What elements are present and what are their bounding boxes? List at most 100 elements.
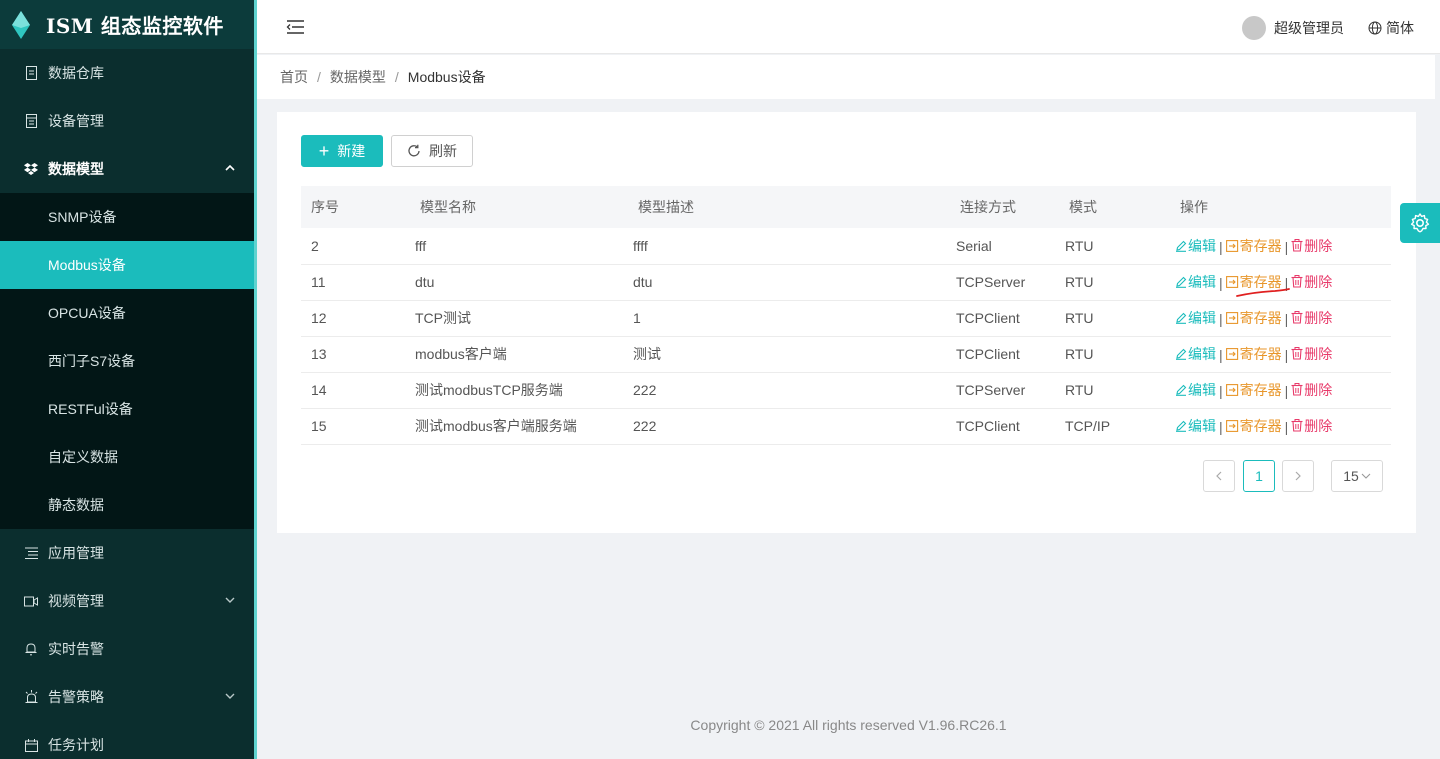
cell-connection: TCPClient (956, 346, 1020, 362)
user-menu[interactable]: 超级管理员 (1242, 16, 1344, 40)
logo-gem-icon (12, 10, 30, 39)
table-row: 13 modbus客户端 测试 TCPClient RTU 编辑 | 寄存器 | 删除 (301, 336, 1391, 372)
breadcrumb-separator: / (317, 69, 321, 85)
chevron-down-icon (225, 597, 235, 603)
delete-label: 删除 (1304, 309, 1333, 326)
edit-label: 编辑 (1188, 346, 1216, 363)
sidebar-item-custom-data[interactable]: 自定义数据 (0, 433, 254, 481)
delete-link[interactable]: 删除 (1291, 380, 1332, 400)
new-button[interactable]: + 新建 (301, 135, 383, 167)
cell-connection: Serial (956, 237, 992, 254)
cell-connection: TCPServer (956, 274, 1026, 290)
sidebar-item-device-management[interactable]: 设备管理 (0, 97, 254, 145)
edit-label: 编辑 (1188, 274, 1216, 291)
device-icon (24, 114, 38, 128)
menu-fold-icon[interactable] (285, 17, 305, 37)
top-header: 超级管理员 简体 (257, 0, 1440, 54)
delete-link[interactable]: 删除 (1291, 236, 1332, 256)
trash-icon (1291, 239, 1303, 252)
delete-link[interactable]: 删除 (1291, 272, 1332, 292)
register-link[interactable]: 寄存器 (1225, 236, 1282, 256)
sidebar-item-label: 告警策略 (48, 689, 104, 705)
pagination-next-button[interactable] (1282, 460, 1314, 492)
cell-id: 15 (311, 418, 327, 434)
sidebar-edge (254, 0, 257, 759)
gear-icon (1410, 213, 1430, 233)
sidebar-item-label: 实时告警 (48, 641, 104, 657)
breadcrumb-home[interactable]: 首页 (280, 67, 308, 87)
delete-link[interactable]: 删除 (1291, 416, 1332, 436)
action-separator: | (1219, 311, 1223, 328)
language-switcher[interactable]: 简体 (1368, 18, 1414, 38)
cell-mode: RTU (1065, 346, 1094, 362)
sidebar-item-realtime-alarm[interactable]: 实时告警 (0, 625, 254, 673)
cell-name: 测试modbus客户端服务端 (415, 418, 577, 434)
sidebar-item-data-model[interactable]: 数据模型 (0, 145, 254, 193)
page-size-select[interactable]: 15 (1331, 460, 1383, 492)
sidebar-item-opcua-device[interactable]: OPCUA设备 (0, 289, 254, 337)
cell-name: TCP测试 (415, 310, 471, 326)
plus-icon: + (318, 141, 330, 161)
edit-link[interactable]: 编辑 (1175, 308, 1216, 328)
sidebar-item-label: 设备管理 (48, 113, 104, 129)
breadcrumb: 首页 / 数据模型 / Modbus设备 (257, 55, 1435, 99)
cell-description: ffff (633, 237, 648, 254)
edit-link[interactable]: 编辑 (1175, 380, 1216, 400)
cell-description: 222 (633, 418, 657, 434)
chevron-down-icon (1361, 473, 1371, 479)
sidebar-item-video-management[interactable]: 视频管理 (0, 577, 254, 625)
avatar (1242, 16, 1266, 40)
pagination-prev-button[interactable] (1203, 460, 1235, 492)
column-header-id: 序号 (311, 199, 339, 215)
chevron-left-icon (1216, 471, 1222, 481)
delete-label: 删除 (1304, 273, 1333, 290)
register-link[interactable]: 寄存器 (1225, 308, 1282, 328)
register-label: 寄存器 (1239, 238, 1282, 254)
cell-name: 测试modbusTCP服务端 (415, 382, 563, 398)
register-link[interactable]: 寄存器 (1225, 344, 1282, 364)
register-link[interactable]: 寄存器 (1225, 380, 1282, 400)
action-separator: | (1284, 347, 1289, 364)
sidebar-item-app-management[interactable]: 应用管理 (0, 529, 254, 577)
sidebar-item-modbus-device[interactable]: Modbus设备 (0, 241, 254, 289)
delete-label: 删除 (1304, 237, 1333, 254)
cell-id: 14 (311, 382, 327, 398)
app-title: ISM 组态监控软件 (46, 14, 224, 38)
page-size-value: 15 (1343, 468, 1359, 484)
delete-link[interactable]: 删除 (1291, 344, 1332, 364)
trash-icon (1291, 275, 1303, 288)
table-row: 11 dtu dtu TCPServer RTU 编辑 | 寄存器 | 删除 (301, 264, 1391, 300)
edit-link[interactable]: 编辑 (1175, 416, 1216, 436)
register-link[interactable]: 寄存器 (1225, 416, 1282, 436)
breadcrumb-data-model[interactable]: 数据模型 (330, 67, 386, 87)
sidebar-item-restful-device[interactable]: RESTFul设备 (0, 385, 254, 433)
column-header-description: 模型描述 (638, 199, 694, 215)
table-row: 14 测试modbusTCP服务端 222 TCPServer RTU 编辑 | 寄存器 | 删除 (301, 372, 1391, 408)
edit-link[interactable]: 编辑 (1175, 272, 1216, 292)
cell-name: modbus客户端 (415, 346, 507, 362)
sidebar-item-label: 数据模型 (48, 161, 104, 177)
list-icon (24, 546, 38, 560)
edit-link[interactable]: 编辑 (1175, 236, 1216, 256)
trash-icon (1291, 383, 1303, 396)
footer-copyright: Copyright © 2021 All rights reserved V1.… (690, 717, 1007, 733)
cell-name: dtu (415, 274, 435, 290)
sidebar-item-alarm-policy[interactable]: 告警策略 (0, 673, 254, 721)
sidebar-item-label: 应用管理 (48, 545, 104, 561)
sidebar-item-data-warehouse[interactable]: 数据仓库 (0, 49, 254, 97)
sidebar-item-snmp-device[interactable]: SNMP设备 (0, 193, 254, 241)
refresh-button[interactable]: 刷新 (391, 135, 473, 167)
sidebar-item-label: 视频管理 (48, 593, 104, 609)
cell-actions: 编辑 | 寄存器 | 删除 (1175, 372, 1391, 408)
settings-float-button[interactable] (1400, 203, 1440, 243)
sidebar-item-siemens-s7-device[interactable]: 西门子S7设备 (0, 337, 254, 385)
pagination-page-1[interactable]: 1 (1243, 460, 1275, 492)
chevron-down-icon (225, 693, 235, 699)
chevron-right-icon (1295, 471, 1301, 481)
sidebar-item-static-data[interactable]: 静态数据 (0, 481, 254, 529)
delete-link[interactable]: 删除 (1291, 308, 1332, 328)
cell-actions: 编辑 | 寄存器 | 删除 (1175, 408, 1391, 444)
edit-link[interactable]: 编辑 (1175, 344, 1216, 364)
globe-icon (1368, 21, 1382, 35)
sidebar-item-task-plan[interactable]: 任务计划 (0, 721, 254, 759)
